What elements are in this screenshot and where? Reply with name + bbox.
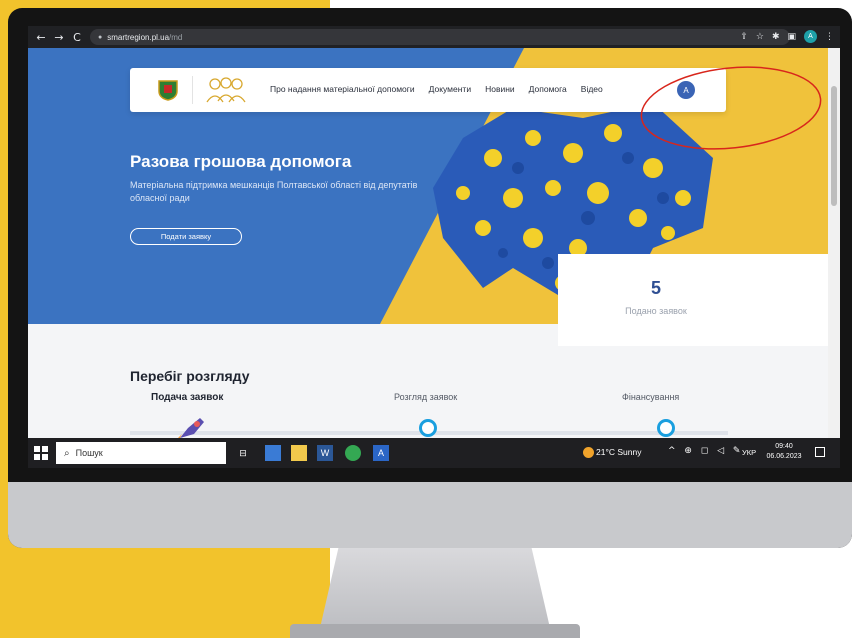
step-funding-marker bbox=[657, 419, 675, 437]
language-indicator[interactable]: УКР bbox=[742, 448, 756, 457]
lock-icon: ● bbox=[98, 33, 103, 41]
nav-item-about[interactable]: Про надання матеріальної допомоги bbox=[270, 84, 415, 94]
weather-text[interactable]: 21°C Sunny bbox=[596, 447, 641, 457]
step-review-marker bbox=[419, 419, 437, 437]
monitor-stand-base bbox=[290, 624, 580, 638]
scrollbar-thumb[interactable] bbox=[831, 86, 837, 206]
web-page: Про надання матеріальної допомоги Докуме… bbox=[28, 48, 828, 438]
poltava-crest-logo[interactable] bbox=[158, 79, 178, 101]
site-navbar: Про надання матеріальної допомоги Докуме… bbox=[130, 68, 726, 112]
hero-subtitle: Матеріальна підтримка мешканців Полтавсь… bbox=[130, 180, 418, 203]
url-path: /md bbox=[169, 32, 183, 42]
profile-avatar[interactable]: A bbox=[804, 30, 817, 43]
notifications-icon[interactable] bbox=[815, 447, 825, 457]
nav-item-help[interactable]: Допомога bbox=[529, 84, 567, 94]
file-explorer-icon[interactable] bbox=[291, 445, 307, 461]
monitor-stand bbox=[320, 548, 550, 628]
clock-time: 09:40 bbox=[775, 443, 793, 450]
user-avatar[interactable]: A bbox=[677, 81, 695, 99]
extensions-icon[interactable]: ✱ bbox=[772, 32, 780, 42]
search-icon: ⌕ bbox=[64, 447, 70, 459]
system-tray-icons[interactable]: ^ ⊕ ◻ ◁ ✎ bbox=[668, 446, 743, 456]
nav-item-documents[interactable]: Документи bbox=[429, 84, 471, 94]
toolbar-icons: ⇪ ☆ ✱ ▣ A ⋮ bbox=[740, 30, 834, 43]
forward-button[interactable]: → bbox=[50, 31, 68, 44]
clock[interactable]: 09:40 06.06.2023 bbox=[764, 442, 804, 462]
nav-links: Про надання матеріальної допомоги Докуме… bbox=[270, 84, 603, 94]
logo-divider bbox=[192, 76, 193, 104]
menu-icon[interactable]: ⋮ bbox=[825, 32, 834, 42]
nav-item-video[interactable]: Відео bbox=[581, 84, 603, 94]
apply-button[interactable]: Подати заявку bbox=[130, 228, 242, 245]
clock-date: 06.06.2023 bbox=[766, 453, 802, 460]
share-icon[interactable]: ⇪ bbox=[740, 32, 748, 42]
task-view-icon[interactable]: ⊟ bbox=[235, 445, 251, 461]
step-submission: Подача заявок bbox=[151, 392, 224, 403]
calculator-icon[interactable] bbox=[265, 445, 281, 461]
hero-title: Разова грошова допомога bbox=[130, 152, 352, 171]
taskbar-search-placeholder: Пошук bbox=[75, 448, 103, 458]
applications-label: Подано заявок bbox=[625, 306, 687, 316]
windows-taskbar: ⌕ Пошук ⊟ W A 21°C Sunny ^ ⊕ ◻ ◁ ✎ УКР 0… bbox=[28, 438, 840, 468]
reload-button[interactable]: C bbox=[68, 31, 86, 44]
url-host: smartregion.pl.ua bbox=[107, 32, 170, 42]
rocket-icon bbox=[178, 418, 204, 438]
word-icon[interactable]: W bbox=[317, 445, 333, 461]
step-funding: Фінансування bbox=[622, 392, 680, 402]
weather-sun-icon bbox=[583, 447, 594, 458]
screen: ← → C ● smartregion.pl.ua /md ⇪ ☆ ✱ ▣ A … bbox=[28, 26, 840, 468]
side-panel-icon[interactable]: ▣ bbox=[787, 32, 796, 42]
app-a-icon[interactable]: A bbox=[373, 445, 389, 461]
windows-start-icon[interactable] bbox=[34, 446, 48, 460]
browser-toolbar: ← → C ● smartregion.pl.ua /md ⇪ ☆ ✱ ▣ A … bbox=[28, 26, 840, 48]
applications-count: 5 bbox=[650, 278, 661, 298]
chrome-icon[interactable] bbox=[345, 445, 361, 461]
nav-item-news[interactable]: Новини bbox=[485, 84, 515, 94]
people-logo bbox=[206, 77, 246, 103]
progress-title: Перебіг розгляду bbox=[130, 368, 250, 384]
step-review: Розгляд заявок bbox=[394, 392, 458, 402]
monitor-chin bbox=[8, 482, 852, 548]
star-icon[interactable]: ☆ bbox=[756, 32, 764, 42]
applications-stat-card: 5 Подано заявок bbox=[558, 254, 828, 346]
address-bar[interactable]: ● smartregion.pl.ua /md bbox=[90, 29, 790, 45]
back-button[interactable]: ← bbox=[32, 31, 50, 44]
taskbar-search[interactable]: ⌕ Пошук bbox=[56, 442, 226, 464]
